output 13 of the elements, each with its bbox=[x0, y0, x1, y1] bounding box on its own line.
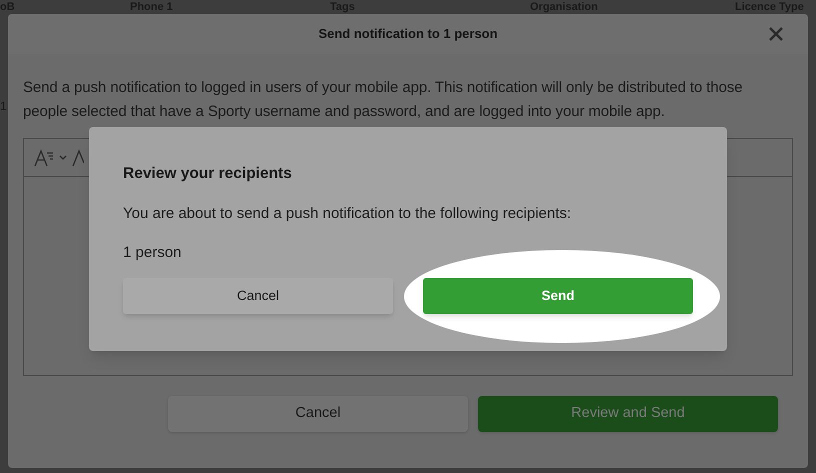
font-size-icon[interactable] bbox=[34, 148, 54, 166]
description-text: Send a push notification to logged in users of your mobile app. This notification will only be distributed to those people selected that have a Sporty username and password, and are logged into your mobile app. bbox=[23, 78, 744, 122]
cancel-button[interactable]: Cancel bbox=[123, 278, 393, 314]
modal-title: Send notification to 1 person bbox=[318, 25, 498, 44]
font-icon[interactable] bbox=[72, 148, 84, 166]
review-and-send-button[interactable]: Review and Send bbox=[478, 396, 778, 432]
send-button[interactable]: Send bbox=[423, 278, 693, 314]
chevron-down-icon[interactable] bbox=[58, 154, 68, 162]
close-icon[interactable] bbox=[768, 26, 784, 42]
recipient-count: 1 person bbox=[123, 242, 182, 263]
dialog-title: Review your recipients bbox=[123, 164, 293, 184]
dialog-message: You are about to send a push notification to the following recipients: bbox=[123, 204, 572, 224]
cancel-button[interactable]: Cancel bbox=[168, 396, 468, 432]
